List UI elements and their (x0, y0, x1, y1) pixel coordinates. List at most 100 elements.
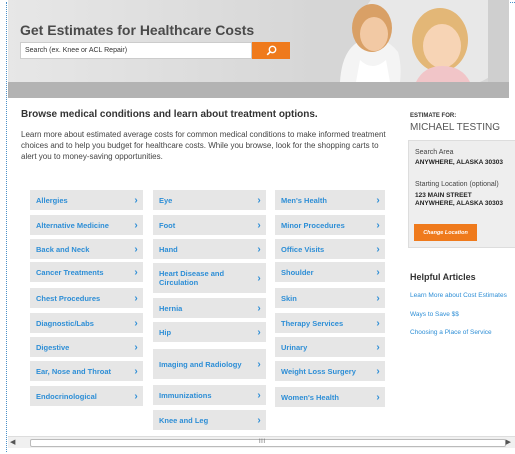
category-label: Digestive (36, 342, 70, 352)
category-endocrinological[interactable]: Endocrinological › (30, 386, 143, 406)
chevron-right-icon: › (376, 194, 380, 206)
starting-location-label: Starting Location (optional) (415, 181, 499, 188)
category-heart-disease[interactable]: Heart Disease and Circulation › (153, 263, 266, 293)
scrollbar-grip: III (259, 439, 266, 445)
chevron-right-icon: › (134, 317, 138, 329)
category-label: Women's Health (281, 392, 339, 402)
search-icon (266, 45, 276, 56)
category-label: Ear, Nose and Throat (36, 366, 112, 376)
category-shoulder[interactable]: Shoulder › (275, 262, 385, 282)
category-womens-health[interactable]: Women's Health › (275, 387, 385, 407)
category-label: Chest Procedures (36, 293, 101, 303)
category-label: Hip (159, 327, 172, 337)
chevron-right-icon: › (257, 414, 261, 426)
category-immunizations[interactable]: Immunizations › (153, 385, 266, 405)
category-label: Minor Procedures (281, 220, 345, 230)
category-label: Eye (159, 195, 173, 205)
chevron-right-icon: › (257, 219, 261, 231)
category-mens-health[interactable]: Men's Health › (275, 190, 385, 210)
category-hand[interactable]: Hand › (153, 239, 266, 259)
category-label: Knee and Leg (159, 415, 209, 425)
category-diagnostic-labs[interactable]: Diagnostic/Labs › (30, 313, 143, 333)
category-digestive[interactable]: Digestive › (30, 337, 143, 357)
search-area-value: ANYWHERE, ALASKA 30303 (415, 159, 504, 166)
change-location-button[interactable]: Change Location (414, 224, 477, 241)
gray-divider-bar (8, 82, 509, 98)
category-label: Back and Neck (36, 244, 90, 254)
chevron-right-icon: › (376, 391, 380, 403)
chevron-right-icon: › (257, 194, 261, 206)
chevron-right-icon: › (134, 390, 138, 402)
hero-photo (320, 0, 509, 82)
link-place-of-service[interactable]: Choosing a Place of Service (410, 329, 492, 336)
category-label: Foot (159, 220, 176, 230)
chevron-right-icon: › (376, 317, 380, 329)
category-label: Men's Health (281, 195, 327, 205)
member-name: MICHAEL TESTING (410, 122, 501, 133)
search-button[interactable] (252, 42, 290, 59)
chevron-right-icon: › (376, 292, 380, 304)
category-hernia[interactable]: Hernia › (153, 298, 266, 318)
category-cancer-treatments[interactable]: Cancer Treatments › (30, 262, 143, 282)
link-ways-to-save[interactable]: Ways to Save $$ (410, 311, 459, 318)
category-label: Therapy Services (281, 318, 344, 328)
chevron-right-icon: › (376, 243, 380, 255)
scroll-right-arrow-icon[interactable]: ▶ (506, 438, 511, 446)
scroll-left-arrow-icon[interactable]: ◀ (10, 438, 15, 446)
chevron-right-icon: › (134, 266, 138, 278)
starting-address-line2: ANYWHERE, ALASKA 30303 (415, 200, 504, 207)
chevron-right-icon: › (376, 266, 380, 278)
chevron-right-icon: › (134, 365, 138, 377)
search-area-label: Search Area (415, 149, 454, 156)
category-eye[interactable]: Eye › (153, 190, 266, 210)
category-label: Allergies (36, 195, 68, 205)
chevron-right-icon: › (376, 341, 380, 353)
category-knee-and-leg[interactable]: Knee and Leg › (153, 410, 266, 430)
section-description: Learn more about estimated average costs… (21, 130, 386, 161)
category-label: Imaging and Radiology (159, 359, 242, 369)
chevron-right-icon: › (134, 292, 138, 304)
category-skin[interactable]: Skin › (275, 288, 385, 308)
category-alternative-medicine[interactable]: Alternative Medicine › (30, 215, 143, 235)
category-ear-nose-throat[interactable]: Ear, Nose and Throat › (30, 361, 143, 381)
category-label: Urinary (281, 342, 308, 352)
scrollbar-thumb[interactable]: III (30, 439, 506, 447)
horizontal-scrollbar[interactable]: ◀ III ▶ (8, 436, 515, 448)
link-cost-estimates[interactable]: Learn More about Cost Estimates (410, 292, 507, 299)
category-chest-procedures[interactable]: Chest Procedures › (30, 288, 143, 308)
category-label: Hernia (159, 303, 183, 313)
chevron-right-icon: › (257, 272, 261, 284)
category-label: Skin (281, 293, 297, 303)
chevron-right-icon: › (134, 243, 138, 255)
section-title: Browse medical conditions and learn abou… (21, 109, 318, 120)
category-label: Weight Loss Surgery (281, 366, 356, 376)
category-allergies[interactable]: Allergies › (30, 190, 143, 210)
category-label: Endocrinological (36, 391, 97, 401)
chevron-right-icon: › (257, 389, 261, 401)
chevron-right-icon: › (134, 341, 138, 353)
category-label: Alternative Medicine (36, 220, 109, 230)
category-minor-procedures[interactable]: Minor Procedures › (275, 215, 385, 235)
category-back-and-neck[interactable]: Back and Neck › (30, 239, 143, 259)
chevron-right-icon: › (257, 326, 261, 338)
category-hip[interactable]: Hip › (153, 322, 266, 342)
chevron-right-icon: › (257, 302, 261, 314)
category-weight-loss-surgery[interactable]: Weight Loss Surgery › (275, 361, 385, 381)
category-label: Diagnostic/Labs (36, 318, 94, 328)
category-office-visits[interactable]: Office Visits › (275, 239, 385, 259)
search-input[interactable]: Search (ex. Knee or ACL Repair) (20, 42, 252, 59)
category-label: Hand (159, 244, 178, 254)
estimate-for-label: ESTIMATE FOR: (410, 113, 457, 119)
category-therapy-services[interactable]: Therapy Services › (275, 313, 385, 333)
hero-banner: Get Estimates for Healthcare Costs Searc… (8, 0, 509, 82)
helpful-articles-title: Helpful Articles (410, 272, 476, 282)
category-label: Heart Disease and Circulation (159, 269, 225, 287)
chevron-right-icon: › (134, 219, 138, 231)
chevron-right-icon: › (376, 219, 380, 231)
category-urinary[interactable]: Urinary › (275, 337, 385, 357)
category-label: Office Visits (281, 244, 325, 254)
category-label: Immunizations (159, 390, 212, 400)
category-foot[interactable]: Foot › (153, 215, 266, 235)
category-imaging-radiology[interactable]: Imaging and Radiology › (153, 349, 266, 379)
chevron-right-icon: › (376, 365, 380, 377)
